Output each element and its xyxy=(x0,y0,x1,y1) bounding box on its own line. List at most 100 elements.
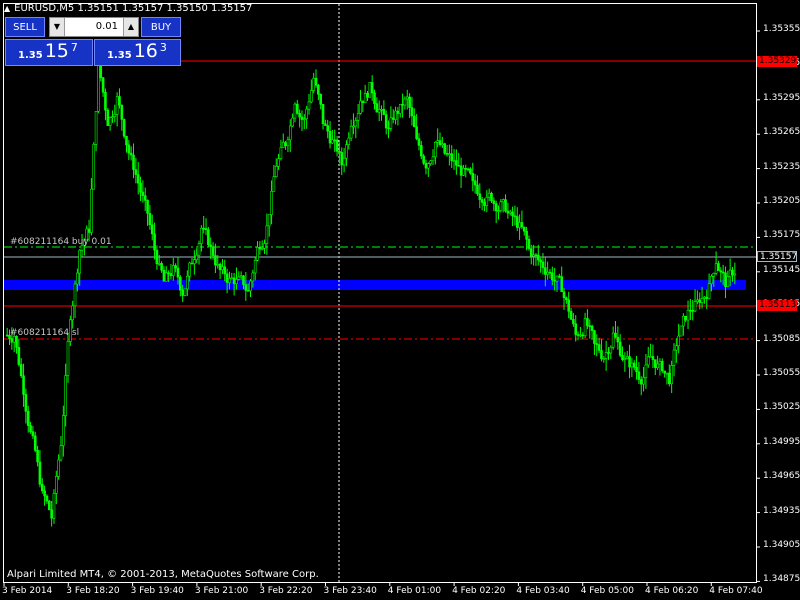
candle-body xyxy=(31,431,35,437)
candle-body xyxy=(258,247,262,250)
candle-body xyxy=(660,360,664,372)
candle-body xyxy=(354,120,358,127)
sell-button[interactable]: SELL xyxy=(5,17,45,37)
candle-body xyxy=(319,93,322,105)
candle-body xyxy=(431,156,435,162)
candle-body xyxy=(389,117,393,129)
sell-price-sup: 7 xyxy=(70,41,78,54)
candle-body xyxy=(361,100,365,103)
candle-body xyxy=(394,110,397,120)
sell-price-base: 1.35 xyxy=(18,50,43,61)
candle-body xyxy=(174,265,177,269)
candle-body xyxy=(527,239,531,249)
candle-body xyxy=(710,276,713,285)
candle-body xyxy=(525,230,528,240)
time-tick-label: 4 Feb 01:00 xyxy=(387,586,442,596)
price-chart[interactable] xyxy=(0,0,800,600)
buy-button[interactable]: BUY xyxy=(141,17,181,37)
candle-body xyxy=(506,210,510,214)
candle-body xyxy=(59,445,63,461)
candle-body xyxy=(101,77,105,93)
candle-body xyxy=(176,267,180,278)
candle-body xyxy=(560,276,563,292)
price-tick-label: 1.34965 xyxy=(763,471,800,482)
candle-body xyxy=(265,225,269,244)
candle-body xyxy=(295,103,299,114)
candle-body xyxy=(434,141,437,158)
candle-body xyxy=(317,85,320,95)
decrease-arrow-icon[interactable]: ▼ xyxy=(50,18,65,36)
candle-body xyxy=(249,280,252,292)
buy-quote-button[interactable]: 1.35 16 3 xyxy=(94,39,181,66)
candle-body xyxy=(129,152,133,156)
candle-body xyxy=(445,153,449,155)
candle-body xyxy=(253,260,257,274)
candle-body xyxy=(181,289,184,296)
time-tick-label: 3 Feb 2014 xyxy=(2,586,53,596)
candle-body xyxy=(242,275,245,285)
time-tick-label: 4 Feb 07:40 xyxy=(709,586,763,596)
candle-body xyxy=(691,310,695,312)
candle-body xyxy=(420,145,423,157)
candle-body xyxy=(581,334,585,337)
candle-body xyxy=(155,249,159,265)
sell-quote-button[interactable]: 1.35 15 7 xyxy=(5,39,93,66)
candle-body xyxy=(167,272,170,275)
candle-body xyxy=(120,104,124,120)
candle-body xyxy=(186,275,189,290)
candle-body xyxy=(469,168,472,174)
lot-size-value[interactable]: 0.01 xyxy=(96,18,118,36)
lot-size-stepper[interactable]: ▼ 0.01 ▲ xyxy=(49,17,139,37)
candle-body xyxy=(548,271,552,274)
candle-body xyxy=(450,153,454,161)
candle-body xyxy=(345,144,348,159)
candle-body xyxy=(558,275,561,278)
candle-body xyxy=(555,275,559,282)
candle-body xyxy=(197,243,201,256)
candle-body xyxy=(305,108,308,120)
candle-body xyxy=(47,500,51,511)
candle-body xyxy=(146,200,149,214)
candle-body xyxy=(359,100,362,114)
candle-body xyxy=(649,356,652,358)
candle-body xyxy=(604,352,608,359)
increase-arrow-icon[interactable]: ▲ xyxy=(123,18,138,36)
candle-body xyxy=(438,140,442,146)
candle-body xyxy=(76,272,79,285)
time-tick-label: 3 Feb 23:40 xyxy=(323,586,377,596)
candle-body xyxy=(473,180,477,186)
candle-body xyxy=(340,152,344,166)
candle-body xyxy=(653,359,657,368)
candle-body xyxy=(169,273,173,276)
symbol-header: ▲ EURUSD,M5 1.35151 1.35157 1.35150 1.35… xyxy=(4,3,252,14)
candle-body xyxy=(29,425,32,432)
candle-body xyxy=(97,62,100,112)
candle-body xyxy=(286,139,290,146)
candle-body xyxy=(618,341,622,356)
candle-body xyxy=(281,142,285,148)
candle-body xyxy=(384,114,388,129)
candle-body xyxy=(57,459,60,477)
candle-body xyxy=(377,109,381,113)
candle-body xyxy=(148,213,152,226)
candle-body xyxy=(696,299,699,302)
price-tick-label: 1.35145 xyxy=(763,264,800,275)
candle-body xyxy=(274,165,278,177)
candle-body xyxy=(55,476,58,494)
candle-body xyxy=(94,110,98,145)
candle-body xyxy=(293,103,297,119)
candle-body xyxy=(260,248,264,250)
candle-body xyxy=(92,144,96,190)
candle-body xyxy=(52,493,56,519)
candle-body xyxy=(202,227,206,230)
candle-body xyxy=(658,360,662,365)
price-tick-label: 1.35085 xyxy=(763,333,800,344)
candle-body xyxy=(726,276,730,287)
candle-body xyxy=(38,461,42,485)
triangle-icon[interactable]: ▲ xyxy=(4,4,10,13)
candle-body xyxy=(223,266,227,275)
candle-body xyxy=(583,318,587,337)
candle-body xyxy=(593,330,596,344)
candle-body xyxy=(352,125,355,128)
candle-body xyxy=(459,165,463,176)
